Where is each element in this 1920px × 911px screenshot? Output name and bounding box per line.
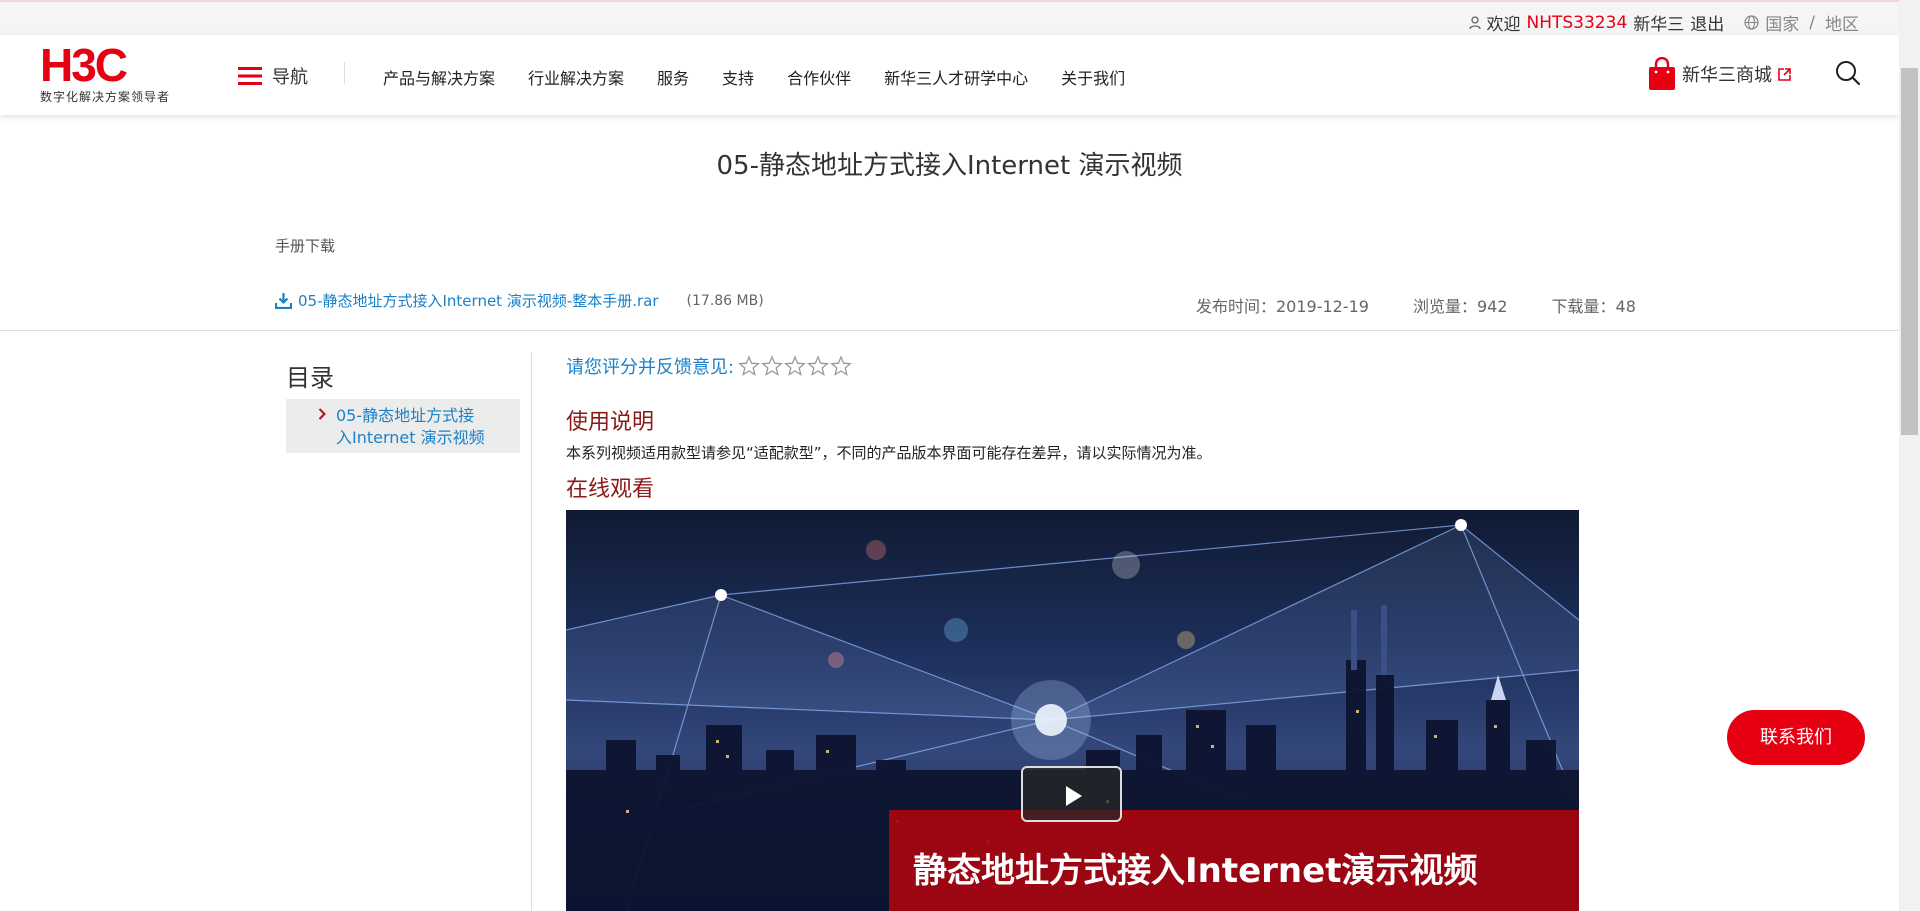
video-caption: 静态地址方式接入Internet演示视频 <box>913 851 1478 891</box>
separator: / <box>1809 12 1815 33</box>
view-count: 浏览量：942 <box>1413 297 1508 316</box>
play-button[interactable] <box>1021 766 1122 822</box>
nav-item-support[interactable]: 支持 <box>722 65 754 89</box>
company-text: 新华三 <box>1633 15 1685 35</box>
user-icon <box>1468 15 1481 29</box>
download-icon[interactable] <box>275 292 292 309</box>
online-watch-heading: 在线观看 <box>566 477 655 502</box>
external-link-icon <box>1778 67 1791 81</box>
toc-title: 目录 <box>286 364 334 392</box>
download-count: 下载量：48 <box>1551 297 1636 316</box>
nav-toggle-button[interactable]: 导航 <box>238 63 308 89</box>
username-link[interactable]: NHTS33234 <box>1527 13 1628 33</box>
star-rating <box>738 355 853 377</box>
star-icon[interactable] <box>738 355 761 377</box>
star-icon[interactable] <box>761 355 784 377</box>
main-header: H3C 数字化解决方案领导者 导航 产品与解决方案 行业解决方案 服务 支持 合… <box>0 35 1899 115</box>
svg-text:H3C: H3C <box>40 43 127 87</box>
document-meta: 发布时间：2019-12-19 浏览量：942 下载量：48 <box>1196 293 1680 317</box>
nav-item-service[interactable]: 服务 <box>657 65 689 89</box>
nav-item-products[interactable]: 产品与解决方案 <box>383 65 495 89</box>
nav-item-industry[interactable]: 行业解决方案 <box>528 65 624 89</box>
divider <box>0 330 1899 331</box>
download-row: 05-静态地址方式接入Internet 演示视频-整本手册.rar (17.86… <box>275 290 764 311</box>
logout-link[interactable]: 退出 <box>1690 10 1724 35</box>
main-nav: 产品与解决方案 行业解决方案 服务 支持 合作伙伴 新华三人才研学中心 关于我们 <box>383 65 1158 89</box>
scrollbar[interactable] <box>1899 0 1920 911</box>
h3c-logo[interactable]: H3C 数字化解决方案领导者 <box>40 43 180 105</box>
mall-link[interactable]: 新华三商城 <box>1648 57 1791 91</box>
rating-prompt: 请您评分并反馈意见: <box>566 357 735 378</box>
star-icon[interactable] <box>830 355 853 377</box>
toc-item-label-line2: 入Internet 演示视频 <box>336 428 485 447</box>
usage-text: 本系列视频适用款型请参见“适配款型”，不同的产品版本界面可能存在差异，请以实际情… <box>566 444 1212 462</box>
play-icon <box>1066 786 1082 806</box>
nav-divider <box>344 62 345 84</box>
nav-item-talent-center[interactable]: 新华三人才研学中心 <box>884 65 1028 89</box>
publish-date: 发布时间：2019-12-19 <box>1196 297 1369 316</box>
nav-toggle-label: 导航 <box>272 67 308 88</box>
rating-section: 请您评分并反馈意见: <box>566 353 853 379</box>
search-icon[interactable] <box>1834 59 1862 87</box>
star-icon[interactable] <box>807 355 830 377</box>
welcome-text: 欢迎 <box>1486 15 1521 35</box>
manual-download-label: 手册下载 <box>275 237 336 255</box>
toc-item[interactable]: 05-静态地址方式接 入Internet 演示视频 <box>286 399 520 453</box>
top-utility-bar: 欢迎 NHTS33234 新华三 退出 国家 / 地区 <box>0 0 1899 35</box>
nav-item-about[interactable]: 关于我们 <box>1061 65 1125 89</box>
video-player[interactable]: 静态地址方式接入Internet演示视频 <box>566 510 1579 911</box>
region-link[interactable]: 地区 <box>1825 10 1859 35</box>
logo-slogan: 数字化解决方案领导者 <box>40 90 171 104</box>
mall-label: 新华三商城 <box>1682 65 1772 86</box>
scrollbar-thumb[interactable] <box>1901 68 1918 435</box>
download-link[interactable]: 05-静态地址方式接入Internet 演示视频-整本手册.rar <box>298 290 659 311</box>
sidebar-divider <box>531 352 532 911</box>
nav-item-partners[interactable]: 合作伙伴 <box>787 65 851 89</box>
menu-icon <box>238 67 262 85</box>
star-icon[interactable] <box>784 355 807 377</box>
toc-item-label-line1: 05-静态地址方式接 <box>336 406 475 425</box>
globe-icon <box>1744 15 1759 30</box>
download-size: (17.86 MB) <box>686 292 764 309</box>
logo-mark: H3C <box>40 43 129 87</box>
shopping-bag-icon <box>1649 57 1675 90</box>
user-area: 欢迎 NHTS33234 新华三 退出 国家 / 地区 <box>1468 10 1859 35</box>
page-title: 05-静态地址方式接入Internet 演示视频 <box>716 151 1183 181</box>
usage-heading: 使用说明 <box>566 410 655 435</box>
contact-us-button[interactable]: 联系我们 <box>1727 710 1865 765</box>
chevron-right-icon <box>318 408 326 420</box>
country-link[interactable]: 国家 <box>1765 10 1799 35</box>
